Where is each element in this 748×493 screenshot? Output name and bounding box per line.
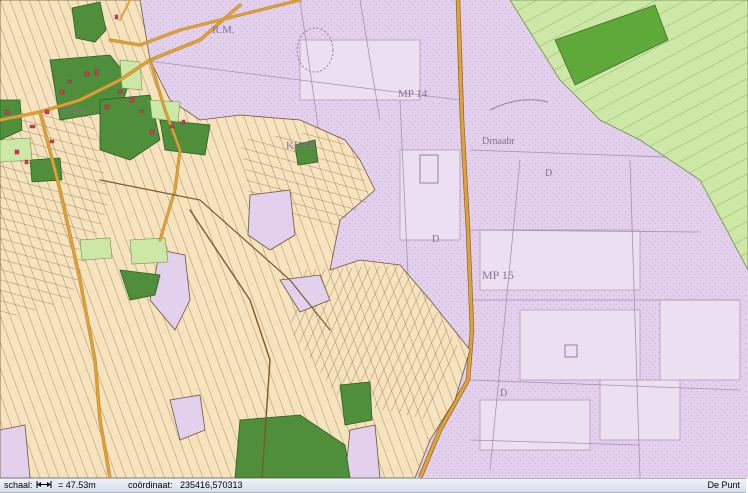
map-canvas[interactable]: R.M. MP 14 KKER Drnaabr D D MP 15 D Echo (0, 0, 748, 478)
map-label-mp14: MP 14 (398, 88, 428, 100)
location-name: De Punt (707, 480, 740, 490)
map-label-drnaabr: Drnaabr (482, 136, 515, 147)
map-label-d2: D (432, 234, 440, 245)
scale-value: = 47.53m (58, 480, 96, 490)
map-label-echo: Echo (62, 104, 85, 116)
map-layer[interactable] (0, 0, 748, 478)
map-label-d3: D (500, 388, 508, 399)
coordinate-value: 235416,570313 (180, 480, 243, 490)
coordinate-label: coördinaat: (128, 480, 173, 490)
map-label-kker: KKER (286, 140, 316, 152)
map-label-rm: R.M. (212, 24, 235, 36)
map-label-d1: D (545, 168, 553, 179)
scale-bar-icon (36, 479, 52, 488)
scale-label: schaal: (4, 480, 33, 490)
status-bar: schaal: = 47.53m coördinaat: 235416,5703… (0, 478, 746, 493)
map-label-mp15: MP 15 (482, 268, 514, 282)
